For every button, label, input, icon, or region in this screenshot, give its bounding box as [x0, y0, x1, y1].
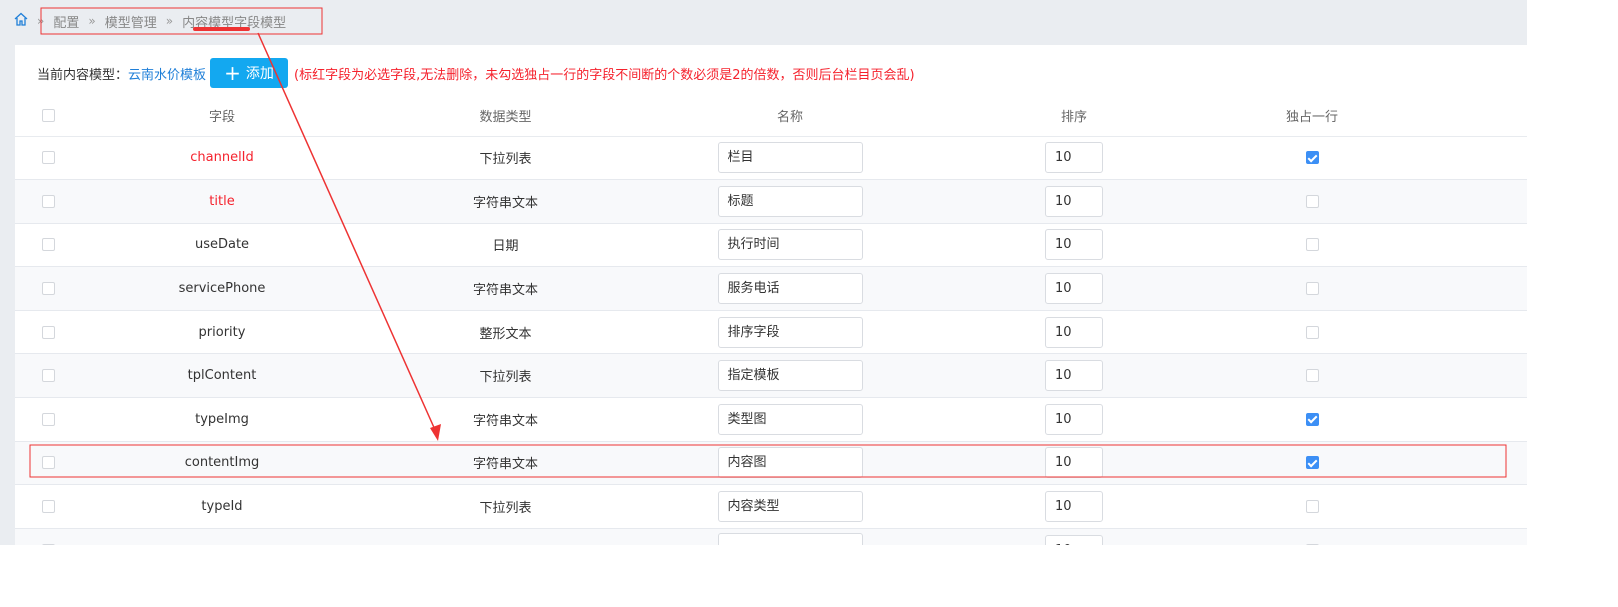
col-type: 数据类型 — [363, 96, 648, 137]
name-input[interactable]: 服务电话 — [717, 273, 863, 305]
add-button[interactable]: + 添加 — [210, 58, 289, 88]
col-name: 名称 — [648, 96, 932, 137]
row-checkbox[interactable] — [41, 282, 55, 296]
exclusive-checkbox[interactable] — [1305, 282, 1319, 296]
field-cell: tplContent — [81, 353, 363, 399]
select-all-checkbox[interactable] — [41, 109, 55, 123]
type-cell: 下拉列表 — [363, 484, 648, 529]
type-cell — [363, 528, 648, 545]
name-input[interactable]: 内容类型 — [717, 491, 863, 523]
exclusive-checkbox[interactable] — [1305, 543, 1319, 545]
chevron-right-icon: » — [165, 14, 174, 28]
chevron-right-icon: » — [88, 14, 96, 28]
table-header: 字段 数据类型 名称 排序 独占一行 操作 — [15, 96, 1527, 137]
plus-icon: + — [224, 61, 241, 85]
name-input[interactable]: 执行时间 — [717, 229, 863, 261]
row-checkbox[interactable] — [41, 412, 55, 426]
model-label: 当前内容模型： — [37, 67, 129, 83]
page: » 配置 » 模型管理 » 内容模型字段模型 当前内容模型： 云南水价模板 + 添… — [0, 0, 1527, 545]
exclusive-checkbox[interactable] — [1305, 151, 1319, 165]
exclusive-checkbox[interactable] — [1305, 325, 1319, 339]
name-input[interactable]: 内容图 — [717, 447, 863, 479]
field-cell: priority — [81, 310, 363, 355]
field-cell: servicePhone — [81, 266, 363, 311]
type-cell: 字符串文本 — [363, 266, 648, 311]
table-row: useDate日期执行时间10✎✕ — [15, 223, 1527, 268]
field-cell: useDate — [81, 223, 363, 268]
row-checkbox[interactable] — [41, 369, 55, 383]
table-row: title 字符串文本 标题 10 — [15, 179, 1527, 224]
type-cell: 整形文本 — [363, 310, 648, 355]
breadcrumb: » 配置 » 模型管理 » 内容模型字段模型 — [14, 10, 286, 32]
warning-tip: (标红字段为必选字段,无法删除，未勾选独占一行的字段不间断的个数必须是2的倍数，… — [294, 67, 915, 83]
sort-input[interactable]: 10 — [1045, 185, 1103, 217]
row-checkbox[interactable] — [41, 543, 55, 545]
table-row: typeId下拉列表内容类型10✎✕ — [15, 484, 1527, 529]
row-checkbox[interactable] — [41, 194, 55, 208]
field-cell: contentImg — [81, 441, 363, 486]
table-row: servicePhone字符串文本服务电话10✎✕ — [15, 266, 1527, 311]
exclusive-checkbox[interactable] — [1305, 500, 1319, 514]
field-cell: title — [81, 179, 363, 224]
table-row: channelId 下拉列表 栏目 10 — [15, 136, 1527, 181]
exclusive-checkbox[interactable] — [1305, 194, 1319, 208]
sort-input[interactable]: 10 — [1045, 273, 1103, 305]
row-checkbox[interactable] — [41, 151, 55, 165]
breadcrumb-item[interactable]: 配置 — [53, 12, 79, 31]
col-sort: 排序 — [932, 96, 1216, 137]
fields-table: 字段 数据类型 名称 排序 独占一行 操作 channelId下拉列表栏目10t… — [15, 96, 1527, 545]
field-cell — [81, 528, 363, 545]
name-input[interactable]: 栏目 — [717, 142, 863, 174]
row-checkbox[interactable] — [41, 325, 55, 339]
exclusive-checkbox[interactable] — [1305, 369, 1319, 383]
table-row: typeImg字符串文本类型图10✎✕ — [15, 397, 1527, 442]
type-cell: 下拉列表 — [363, 353, 648, 399]
type-cell: 字符串文本 — [363, 441, 648, 486]
current-model: 云南水价模板 — [128, 67, 207, 83]
type-cell: 日期 — [363, 223, 648, 268]
exclusive-checkbox[interactable] — [1305, 412, 1319, 426]
sort-input[interactable]: 10 — [1045, 491, 1103, 523]
name-input[interactable]: 排序字段 — [717, 316, 863, 348]
row-checkbox[interactable] — [41, 456, 55, 470]
name-input[interactable]: 指定模板 — [717, 360, 863, 392]
row-checkbox[interactable] — [41, 500, 55, 514]
chevron-right-icon: » — [37, 14, 45, 28]
field-cell: typeImg — [81, 397, 363, 442]
exclusive-checkbox[interactable] — [1305, 456, 1319, 470]
field-cell: typeId — [81, 484, 363, 529]
exclusive-checkbox[interactable] — [1305, 238, 1319, 252]
name-input[interactable] — [717, 532, 863, 545]
add-label: 添加 — [245, 66, 274, 82]
table-row: 10✎✕ — [15, 528, 1527, 545]
table-row: priority整形文本排序字段10✎✕ — [15, 310, 1527, 355]
toolbar: 当前内容模型： 云南水价模板 + 添加 (标红字段为必选字段,无法删除，未勾选独占… — [37, 58, 915, 88]
name-input[interactable]: 标题 — [717, 185, 863, 217]
sort-input[interactable]: 10 — [1045, 447, 1103, 479]
content-panel: 当前内容模型： 云南水价模板 + 添加 (标红字段为必选字段,无法删除，未勾选独占… — [15, 45, 1527, 545]
field-cell: channelId — [81, 136, 363, 181]
breadcrumb-item[interactable]: 模型管理 — [105, 12, 157, 31]
sort-input[interactable]: 10 — [1045, 229, 1103, 261]
home-icon[interactable] — [14, 12, 28, 30]
type-cell: 下拉列表 — [363, 136, 648, 181]
sort-input[interactable]: 10 — [1045, 534, 1103, 545]
col-exclusive: 独占一行 — [1216, 96, 1409, 137]
table-row: tplContent下拉列表指定模板10✎✕ — [15, 353, 1527, 399]
sort-input[interactable]: 10 — [1045, 403, 1103, 435]
table-row: contentImg字符串文本内容图10✎✕ — [15, 441, 1527, 486]
breadcrumb-current: 内容模型字段模型 — [182, 15, 287, 31]
col-actions: 操作 — [1408, 96, 1527, 137]
sort-input[interactable]: 10 — [1045, 316, 1103, 348]
sort-input[interactable]: 10 — [1045, 142, 1103, 174]
sort-input[interactable]: 10 — [1045, 360, 1103, 392]
name-input[interactable]: 类型图 — [717, 403, 863, 435]
row-checkbox[interactable] — [41, 238, 55, 252]
col-field: 字段 — [81, 96, 363, 137]
type-cell: 字符串文本 — [363, 397, 648, 442]
type-cell: 字符串文本 — [363, 179, 648, 224]
